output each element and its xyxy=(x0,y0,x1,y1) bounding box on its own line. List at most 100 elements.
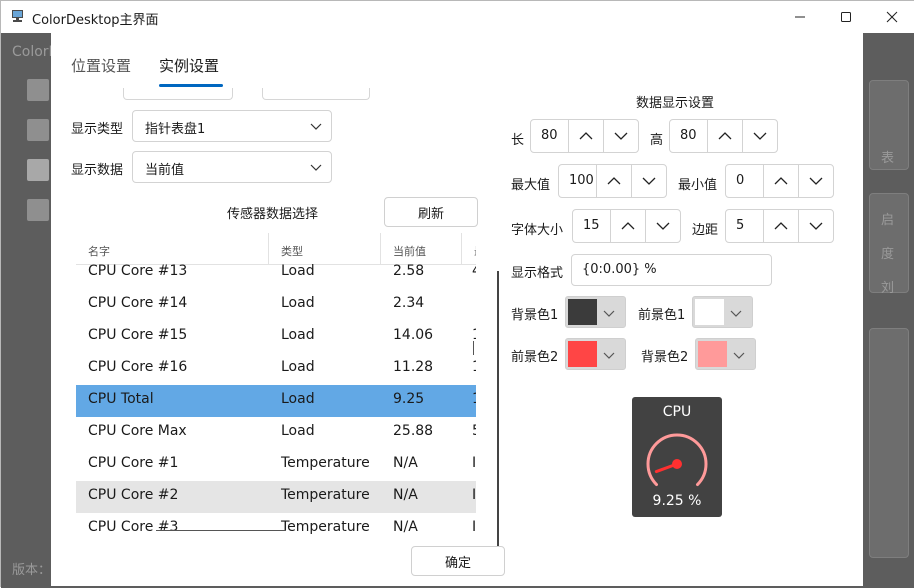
background-fragment: 表 xyxy=(881,151,895,166)
chevron-up-icon xyxy=(621,222,635,230)
cell-extra: 1 xyxy=(472,391,476,407)
chevron-down-icon xyxy=(753,132,767,140)
cell-name: CPU Core #13 xyxy=(88,263,188,279)
color-swatch xyxy=(698,341,727,367)
format-input[interactable]: {0:0.00} % xyxy=(571,254,772,286)
cell-value: 2.58 xyxy=(393,263,425,279)
ok-button[interactable]: 确定 xyxy=(411,546,505,576)
fg-color1-picker[interactable] xyxy=(692,296,753,328)
increment-button[interactable] xyxy=(763,210,798,242)
display-data-label: 显示数据 xyxy=(71,163,124,178)
instance-settings-dialog: 位置设置 实例设置 显示类型 指针表盘1 显示数据 当前值 传感器数据选择 刷新… xyxy=(51,33,863,586)
table-row[interactable]: CPU Core #13 Load 2.58 4 xyxy=(76,257,476,289)
display-type-value: 指针表盘1 xyxy=(145,122,206,137)
window-icon xyxy=(27,159,49,181)
horizontal-scrollbar[interactable] xyxy=(156,530,286,531)
gauge-title: CPU xyxy=(662,404,692,420)
cell-type: Temperature xyxy=(281,455,370,471)
maximize-button[interactable] xyxy=(823,1,869,33)
bg-color1-picker[interactable] xyxy=(565,296,626,328)
table-row[interactable]: CPU Core #16 Load 11.28 1 xyxy=(76,353,476,385)
cell-type: Temperature xyxy=(281,519,370,535)
increment-button[interactable] xyxy=(610,210,645,242)
length-spinner[interactable]: 80 xyxy=(530,119,639,153)
max-label: 最大值 xyxy=(511,178,551,193)
chevron-down-icon xyxy=(310,123,322,130)
table-row[interactable]: CPU Core Max Load 25.88 5 xyxy=(76,417,476,449)
background-fragment: 度 xyxy=(881,247,895,262)
cell-value: 14.06 xyxy=(393,327,434,343)
chevron-up-icon xyxy=(579,132,593,140)
decrement-button[interactable] xyxy=(742,120,777,152)
vertical-scrollbar-thumb[interactable] xyxy=(473,341,474,355)
maximize-icon xyxy=(841,12,851,22)
title-bar: ColorDesktop主界面 xyxy=(1,1,914,33)
minimize-button[interactable] xyxy=(777,1,823,33)
increment-button[interactable] xyxy=(568,120,603,152)
tab-position-settings[interactable]: 位置设置 xyxy=(71,55,131,76)
tab-instance-settings[interactable]: 实例设置 xyxy=(159,55,219,76)
cell-extra: I xyxy=(472,519,476,535)
cell-name: CPU Core #15 xyxy=(88,327,188,343)
decrement-button[interactable] xyxy=(645,210,680,242)
format-label: 显示格式 xyxy=(511,266,564,281)
bg-color1-label: 背景色1 xyxy=(511,308,559,323)
increment-button[interactable] xyxy=(596,165,631,197)
cell-value: 2.34 xyxy=(393,295,425,311)
chevron-up-icon xyxy=(718,132,732,140)
bg-color2-label: 背景色2 xyxy=(641,350,689,365)
gauge-value: 9.25 % xyxy=(652,493,702,509)
min-spinner[interactable]: 0 xyxy=(725,164,834,198)
plugin-icon xyxy=(27,119,49,141)
cell-name: CPU Core #14 xyxy=(88,295,188,311)
table-row[interactable]: CPU Core #15 Load 14.06 1 xyxy=(76,321,476,353)
decrement-button[interactable] xyxy=(631,165,666,197)
decrement-button[interactable] xyxy=(603,120,638,152)
scrolled-control xyxy=(123,88,233,100)
refresh-button[interactable]: 刷新 xyxy=(384,197,478,227)
table-row-hovered[interactable]: CPU Core #2 Temperature N/A I xyxy=(76,481,476,513)
close-button[interactable] xyxy=(869,1,914,33)
height-spinner[interactable]: 80 xyxy=(669,119,778,153)
increment-button[interactable] xyxy=(763,165,798,197)
display-data-select[interactable]: 当前值 xyxy=(132,151,332,183)
max-spinner[interactable]: 100 xyxy=(558,164,667,198)
cell-value: 11.28 xyxy=(393,359,434,375)
fg-color2-picker[interactable] xyxy=(565,338,626,370)
app-icon xyxy=(12,10,23,22)
min-value: 0 xyxy=(736,173,745,188)
chevron-up-icon xyxy=(774,177,788,185)
cell-value: 9.25 xyxy=(393,391,425,407)
background-fragment: 启 xyxy=(881,213,895,228)
display-type-select[interactable]: 指针表盘1 xyxy=(132,110,332,142)
cell-extra: 4 xyxy=(472,263,476,279)
download-icon xyxy=(27,199,49,221)
chevron-down-icon xyxy=(730,310,742,317)
table-row[interactable]: CPU Core #1 Temperature N/A I xyxy=(76,449,476,481)
bg-color2-picker[interactable] xyxy=(695,338,756,370)
table-row[interactable]: CPU Core #3 Temperature N/A I xyxy=(76,513,476,543)
cell-name: CPU Core #3 xyxy=(88,519,179,535)
cell-name: CPU Total xyxy=(88,391,154,407)
color-swatch xyxy=(695,299,724,325)
cell-type: Load xyxy=(281,263,315,279)
cell-extra: I xyxy=(472,455,476,471)
display-data-value: 当前值 xyxy=(145,163,185,178)
sensor-table[interactable]: 名字 类型 当前值 最 CPU Core #13 Load 2.58 4 CPU… xyxy=(76,233,476,543)
gauge-preview: CPU 9.25 % xyxy=(632,397,722,517)
chevron-down-icon xyxy=(614,132,628,140)
table-row-selected[interactable]: CPU Total Load 9.25 1 xyxy=(76,385,476,417)
margin-spinner[interactable]: 5 xyxy=(725,209,834,243)
settings-scrollbar[interactable] xyxy=(497,271,499,549)
decrement-button[interactable] xyxy=(798,165,833,197)
decrement-button[interactable] xyxy=(798,210,833,242)
cell-value: N/A xyxy=(393,455,418,471)
scrolled-control xyxy=(262,88,370,100)
table-row[interactable]: CPU Core #14 Load 2.34 xyxy=(76,289,476,321)
chevron-down-icon xyxy=(603,310,615,317)
chevron-down-icon xyxy=(809,222,823,230)
cell-name: CPU Core #2 xyxy=(88,487,179,503)
cell-type: Load xyxy=(281,391,315,407)
font-size-spinner[interactable]: 15 xyxy=(572,209,681,243)
increment-button[interactable] xyxy=(707,120,742,152)
